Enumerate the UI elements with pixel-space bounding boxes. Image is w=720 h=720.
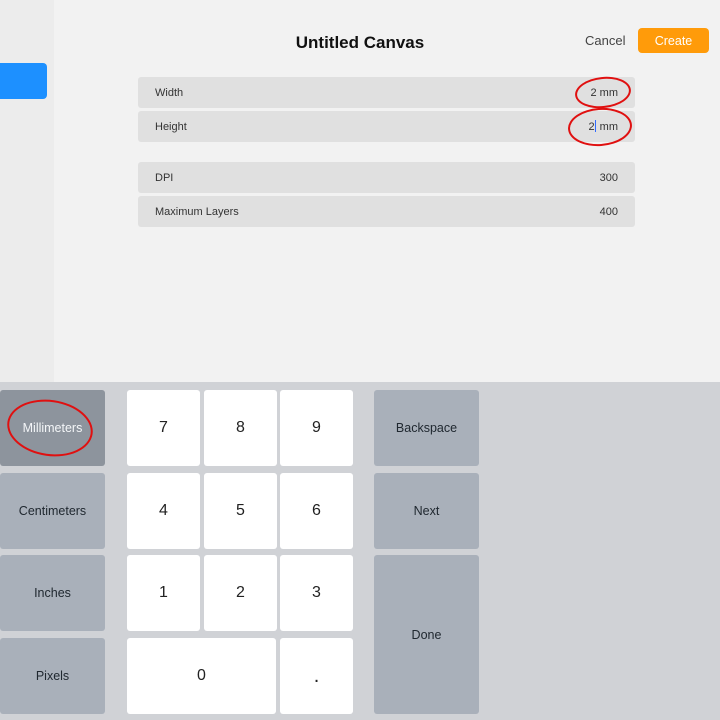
decimal-point-key[interactable]: .	[280, 638, 353, 714]
max-layers-label: Maximum Layers	[155, 205, 239, 218]
numeric-keyboard: Millimeters Centimeters Inches Pixels 7 …	[0, 382, 720, 720]
digit-0-key[interactable]: 0	[127, 638, 276, 714]
digit-2-key[interactable]: 2	[204, 555, 277, 631]
create-button[interactable]: Create	[638, 28, 709, 53]
digit-7-key[interactable]: 7	[127, 390, 200, 466]
unit-pixels-key[interactable]: Pixels	[0, 638, 105, 714]
sidebar	[0, 0, 54, 382]
sidebar-tab[interactable]	[0, 63, 47, 99]
done-key[interactable]: Done	[374, 555, 479, 714]
digit-5-key[interactable]: 5	[204, 473, 277, 549]
cancel-button[interactable]: Cancel	[585, 33, 625, 48]
next-key[interactable]: Next	[374, 473, 479, 549]
digit-1-key[interactable]: 1	[127, 555, 200, 631]
unit-centimeters-key[interactable]: Centimeters	[0, 473, 105, 549]
dpi-value[interactable]: 300	[600, 172, 618, 184]
height-label: Height	[155, 120, 187, 133]
digit-6-key[interactable]: 6	[280, 473, 353, 549]
max-layers-value[interactable]: 400	[600, 206, 618, 218]
width-label: Width	[155, 86, 184, 99]
digit-9-key[interactable]: 9	[280, 390, 353, 466]
unit-inches-key[interactable]: Inches	[0, 555, 105, 631]
digit-3-key[interactable]: 3	[280, 555, 353, 631]
backspace-key[interactable]: Backspace	[374, 390, 479, 466]
dpi-label: DPI	[155, 171, 174, 184]
max-layers-field[interactable]: Maximum Layers 400	[138, 196, 635, 227]
height-field[interactable]: Height 2 mm	[138, 111, 635, 142]
digit-4-key[interactable]: 4	[127, 473, 200, 549]
digit-8-key[interactable]: 8	[204, 390, 277, 466]
width-field[interactable]: Width 2 mm	[138, 77, 635, 108]
dpi-field[interactable]: DPI 300	[138, 162, 635, 193]
